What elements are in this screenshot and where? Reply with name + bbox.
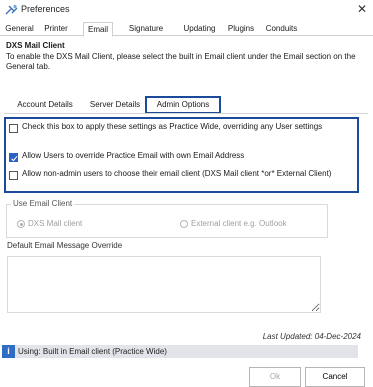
tab-printer[interactable]: Printer [38, 22, 74, 36]
override-email-checkbox[interactable] [9, 153, 18, 162]
subtab-admin-options[interactable]: Admin Options [145, 96, 221, 114]
info-icon: i [2, 345, 15, 358]
last-updated: Last Updated: 04-Dec-2024 [262, 332, 361, 341]
tab-plugins[interactable]: Plugins [222, 22, 260, 36]
section-description: To enable the DXS Mail Client, please se… [6, 52, 356, 71]
title-bar: Preferences ✕ [0, 0, 373, 20]
status-text: Using: Built in Email client (Practice W… [18, 347, 167, 356]
override-email-label: Allow Users to override Practice Email w… [22, 151, 245, 160]
practice-wide-label: Check this box to apply these settings a… [22, 122, 323, 131]
choose-client-checkbox[interactable] [9, 171, 18, 180]
use-email-client-group: Use Email Client DXS Mail client Externa… [6, 199, 328, 238]
subtab-divider [4, 113, 368, 114]
preferences-icon [5, 4, 18, 15]
tab-general[interactable]: General [1, 22, 38, 36]
choose-client-label: Allow non-admin users to choose their em… [22, 169, 332, 178]
use-email-client-title: Use Email Client [11, 199, 75, 208]
tab-updating[interactable]: Updating [178, 22, 221, 36]
status-bar: i Using: Built in Email client (Practice… [2, 345, 358, 358]
tab-conduits[interactable]: Conduits [260, 22, 303, 36]
option-override-email[interactable]: Allow Users to override Practice Email w… [9, 151, 349, 162]
tab-email[interactable]: Email [83, 22, 113, 37]
radio-dot[interactable] [180, 220, 188, 228]
tab-strip: General Printer Email Signature Updating… [0, 22, 373, 37]
override-textarea[interactable] [7, 256, 321, 313]
window-title: Preferences [21, 4, 70, 14]
radio-dot-selected[interactable] [17, 220, 25, 228]
cancel-button[interactable]: Cancel [305, 367, 365, 387]
close-icon[interactable]: ✕ [355, 2, 369, 16]
subtab-server-details[interactable]: Server Details [84, 96, 146, 114]
subtab-account-details[interactable]: Account Details [6, 96, 84, 114]
ok-button[interactable]: Ok [249, 367, 301, 387]
radio-external-label: External client e.g. Outlook [191, 219, 287, 228]
admin-options-box: Check this box to apply these settings a… [4, 117, 359, 193]
section-title: DXS Mail Client [6, 41, 65, 50]
override-title: Default Email Message Override [7, 241, 123, 250]
practice-wide-checkbox[interactable] [9, 124, 18, 133]
option-practice-wide[interactable]: Check this box to apply these settings a… [9, 122, 349, 142]
tab-signature[interactable]: Signature [121, 22, 171, 36]
radio-dxs-label: DXS Mail client [28, 219, 83, 228]
option-choose-client[interactable]: Allow non-admin users to choose their em… [9, 169, 349, 189]
